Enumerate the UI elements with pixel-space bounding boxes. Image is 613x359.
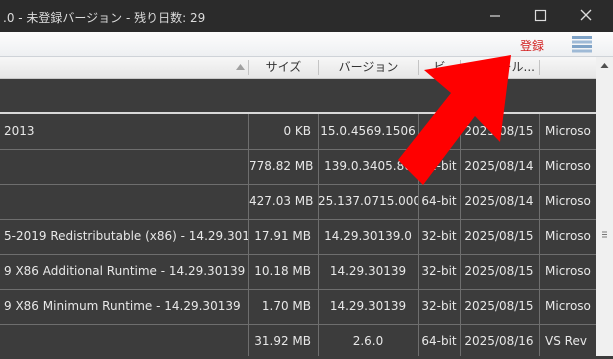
program-version: 14.29.30139 (329, 299, 407, 313)
program-install-date: 2025/08/16 (464, 334, 534, 348)
program-bitness: 32-bit (421, 299, 457, 313)
program-name: 9 X86 Minimum Runtime - 14.29.30139 (4, 299, 241, 313)
program-name (0, 184, 248, 219)
program-publisher: Microso (545, 264, 591, 278)
program-name (0, 324, 248, 359)
program-size: 0 KB (283, 124, 311, 138)
grid-line (539, 114, 540, 356)
grid-line (248, 114, 249, 356)
scroll-thumb[interactable] (596, 229, 613, 240)
program-publisher: Microso (545, 299, 591, 313)
program-publisher: Microso (545, 229, 591, 243)
scroll-up-arrow-icon[interactable] (596, 57, 613, 74)
program-bitness: 32-bit (421, 229, 457, 243)
minimize-button[interactable] (471, 0, 517, 32)
program-install-date: 2025/08/15 (464, 299, 534, 313)
vertical-scrollbar[interactable] (596, 57, 613, 356)
program-install-date: 2025/08/15 (464, 264, 534, 278)
program-name (0, 149, 248, 184)
hamburger-list-icon[interactable] (571, 35, 593, 53)
program-size: 10.18 MB (254, 264, 311, 278)
program-size: 427.03 MB (249, 194, 314, 208)
program-version: 14.29.30139.0 (324, 229, 412, 243)
program-version: 2.6.0 (352, 334, 384, 348)
column-publisher[interactable] (540, 57, 596, 78)
program-install-date: 2025/08/15 (464, 229, 534, 243)
program-publisher: Microso (545, 194, 591, 208)
maximize-icon (534, 9, 547, 22)
window-title: .0 - 未登録バージョン - 残り日数: 29 (3, 11, 206, 25)
program-bitness: 64-bit (421, 334, 457, 348)
title-bar: .0 - 未登録バージョン - 残り日数: 29 (0, 0, 613, 32)
close-icon (580, 9, 592, 21)
table-row[interactable]: 31.92 MB 2.6.0 64-bit 2025/08/16 VS Rev (0, 324, 596, 359)
program-version: 14.29.30139 (329, 264, 407, 278)
column-name[interactable] (0, 57, 248, 78)
program-size: 1.70 MB (261, 299, 311, 313)
program-name: 9 X86 Additional Runtime - 14.29.30139 (4, 264, 246, 278)
program-publisher: Microso (545, 124, 591, 138)
sort-ascending-icon (236, 64, 245, 70)
program-publisher: VS Rev (545, 334, 587, 348)
program-publisher: Microso (545, 159, 591, 173)
program-name: 5-2019 Redistributable (x86) - 14.29.301… (4, 229, 248, 243)
table-row[interactable]: 5-2019 Redistributable (x86) - 14.29.301… (0, 219, 596, 255)
program-size: 31.92 MB (254, 334, 311, 348)
program-size: 17.91 MB (254, 229, 311, 243)
maximize-button[interactable] (517, 0, 563, 32)
program-name: 2013 (4, 124, 35, 138)
red-pointer-arrow-icon (398, 55, 511, 185)
column-size[interactable]: サイズ (249, 57, 318, 78)
minimize-icon (490, 15, 500, 17)
close-button[interactable] (563, 0, 609, 32)
table-row[interactable]: 9 X86 Minimum Runtime - 14.29.30139 1.70… (0, 289, 596, 325)
grid-line (318, 114, 319, 356)
program-size: 778.82 MB (249, 159, 314, 173)
program-bitness: 32-bit (421, 264, 457, 278)
table-row[interactable]: 9 X86 Additional Runtime - 14.29.30139 1… (0, 254, 596, 290)
